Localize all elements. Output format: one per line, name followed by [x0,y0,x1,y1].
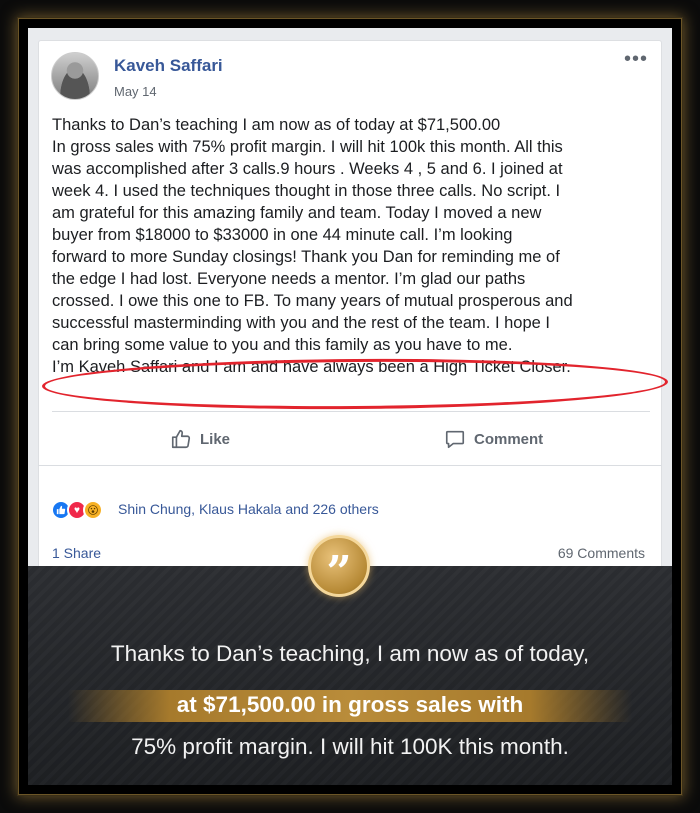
banner-line-3: 75% profit margin. I will hit 100K this … [131,734,569,759]
post-text-line: was accomplished after 3 calls.9 hours .… [52,160,563,178]
wow-reaction-icon: 😮 [83,500,103,520]
comment-icon [444,428,466,450]
post-text-line: In gross sales with 75% profit margin. I… [52,138,563,156]
banner-line-2: at $71,500.00 in gross sales with [176,692,524,717]
post-text-line: buyer from $18000 to $33000 in one 44 mi… [52,226,513,244]
comment-count[interactable]: 69 Comments [558,545,645,561]
post-text-line: can bring some value to you and this fam… [52,336,513,354]
testimonial-frame: Kaveh Saffari May 14 ••• Thanks to Dan’s… [18,18,682,795]
author-name[interactable]: Kaveh Saffari [114,56,223,76]
post-text-line: successful masterminding with you and th… [52,314,551,332]
post-text-line: am grateful for this amazing family and … [52,204,542,222]
reaction-summary[interactable]: Shin Chung, Klaus Hakala and 226 others [118,501,379,517]
post-text-line: forward to more Sunday closings! Thank y… [52,248,560,266]
author-avatar[interactable] [51,52,99,100]
post-text-line: week 4. I used the techniques thought in… [52,182,561,200]
comment-button[interactable]: Comment [444,428,543,450]
more-options-icon[interactable]: ••• [624,49,648,69]
quote-mark-icon: ” [308,535,370,597]
post-text-line: the edge I had lost. Everyone needs a me… [52,270,526,288]
thumbs-up-icon [170,428,192,450]
divider [38,465,662,466]
post-date[interactable]: May 14 [114,84,157,99]
divider [52,411,650,412]
comment-label: Comment [474,430,544,448]
reaction-icons[interactable]: ♥ 😮 [51,500,103,520]
post-text-line: Thanks to Dan’s teaching I am now as of … [52,116,501,134]
banner-line-1: Thanks to Dan’s teaching, I am now as of… [110,641,590,666]
share-count[interactable]: 1 Share [52,545,101,561]
post-body: Thanks to Dan’s teaching I am now as of … [52,114,662,378]
like-button[interactable]: Like [170,428,230,450]
like-label: Like [200,430,231,448]
post-text-line: crossed. I owe this one to FB. To many y… [52,292,573,310]
